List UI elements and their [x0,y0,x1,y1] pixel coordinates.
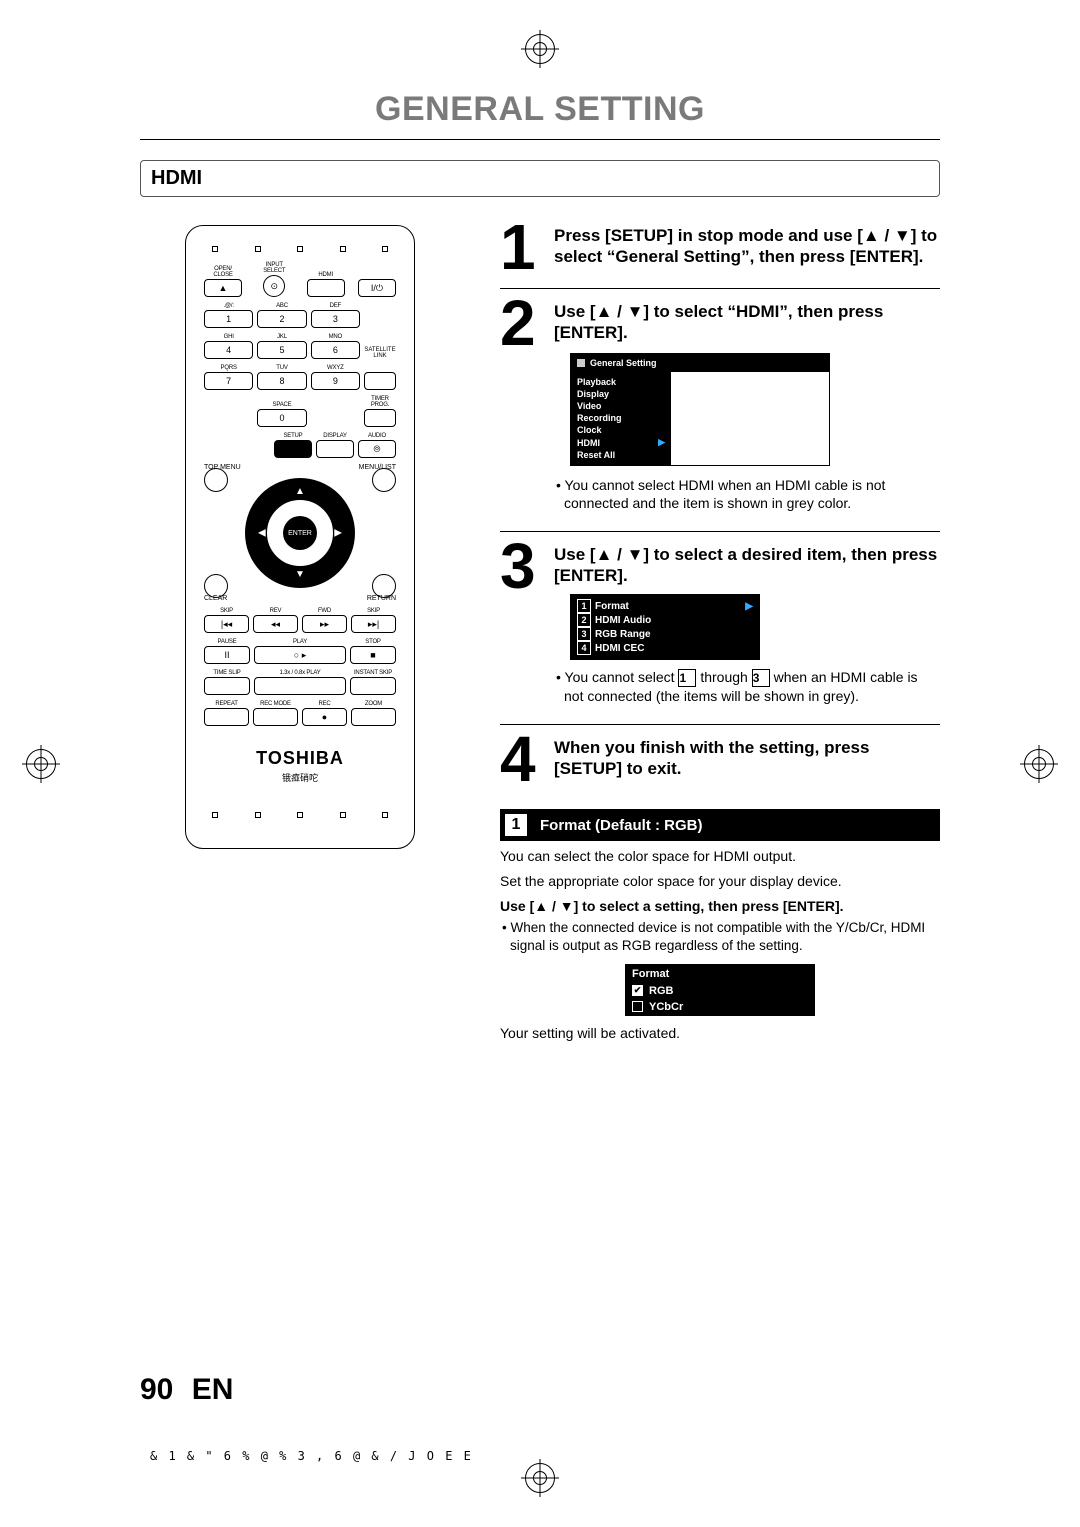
title-rule [140,139,940,140]
step-2-text: Use [▲ / ▼] to select “HDMI”, then press… [554,301,940,344]
remote-brand-sub: 锇痖硝咜 [204,771,396,784]
step-4: 4 When you finish with the setting, pres… [500,737,940,782]
step-1: 1 Press [SETUP] in stop mode and use [▲ … [500,225,940,270]
step-2: 2 Use [▲ / ▼] to select “HDMI”, then pre… [500,301,940,513]
step-2-note: You cannot select HDMI when an HDMI cabl… [554,476,940,512]
section-heading-hdmi: HDMI [140,160,940,197]
print-registration-bottom [525,1463,555,1493]
osd-general-setting: General Setting Playback Display Video R… [570,353,830,466]
step-3: 3 Use [▲ / ▼] to select a desired item, … [500,544,940,706]
detail-bullet: When the connected device is not compati… [500,919,940,955]
print-registration-right [1024,749,1054,779]
page-number: 90 [140,1373,173,1406]
page-footer: 90 EN [140,1373,233,1407]
osd-format-options: Format ✔RGB YCbCr [625,964,815,1016]
detail-instruction: Use [▲ / ▼] to select a setting, then pr… [500,897,940,916]
print-registration-left [26,749,56,779]
print-code: & 1 & " 6 % @ % 3 , 6 @ & / J O E E [150,1449,473,1463]
detail-closing: Your setting will be activated. [500,1024,940,1043]
step-1-text: Press [SETUP] in stop mode and use [▲ / … [554,225,940,268]
print-registration-top [525,34,555,64]
remote-dpad: TOP MENU MENU/LIST CLEAR RETURN ENTER ▲ … [204,468,396,598]
step-3-note: You cannot select 1 through 3 when an HD… [554,668,940,705]
osd-hdmi-items: 1Format▶ 2HDMI Audio 3RGB Range 4HDMI CE… [570,594,760,660]
remote-row-top: OPEN/ CLOSE▲ INPUT SELECT⊙ HDMI I/⏻ [204,262,396,297]
remote-brand: TOSHIBA [204,748,396,769]
step-4-text: When you finish with the setting, press … [554,737,940,780]
step-3-text: Use [▲ / ▼] to select a desired item, th… [554,544,940,587]
page-title: GENERAL SETTING [140,90,940,135]
detail-p2: Set the appropriate color space for your… [500,872,940,891]
page-lang: EN [192,1373,234,1406]
remote-control-diagram: OPEN/ CLOSE▲ INPUT SELECT⊙ HDMI I/⏻ .@/:… [185,225,415,1042]
detail-p1: You can select the color space for HDMI … [500,847,940,866]
detail-format-heading: 1 Format (Default : RGB) [500,809,940,841]
